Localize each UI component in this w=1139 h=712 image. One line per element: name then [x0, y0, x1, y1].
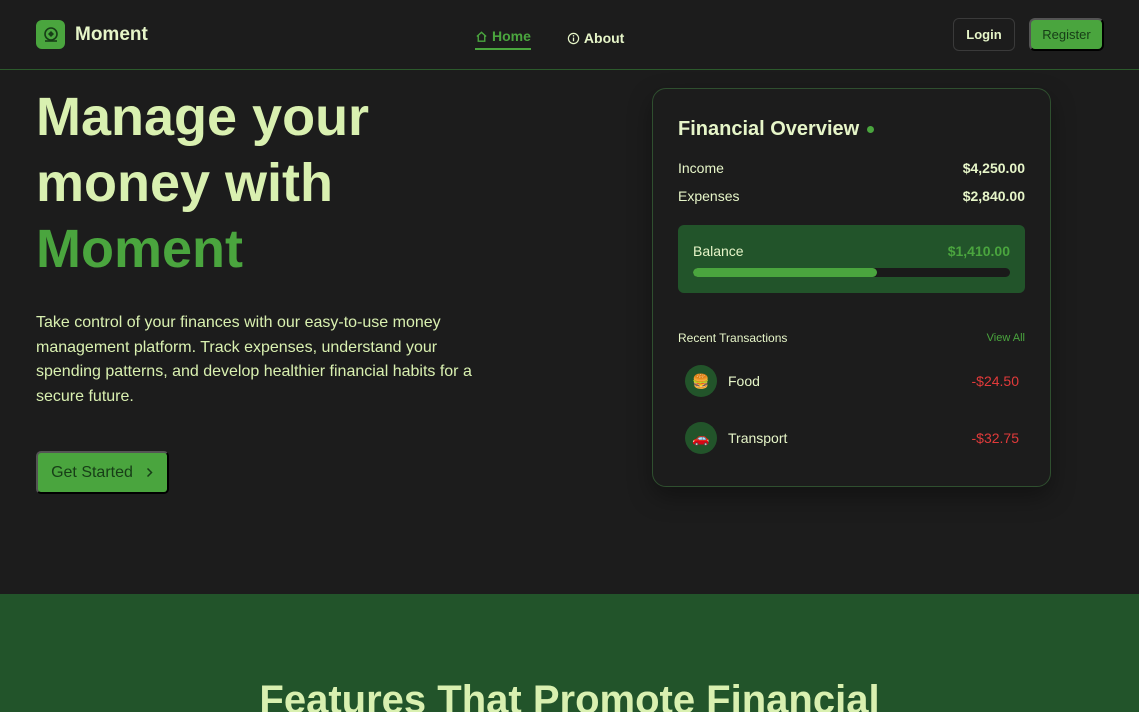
brand-name: Moment: [75, 23, 148, 45]
nav-about-link[interactable]: About: [567, 26, 624, 50]
transaction-row[interactable]: 🚗 Transport -$32.75: [685, 422, 1019, 454]
top-nav: Moment Home About Login Register: [0, 0, 1139, 70]
features-section: Features That Promote Financial: [0, 594, 1139, 712]
logo-icon: [36, 20, 65, 49]
hero-title-accent: Moment: [36, 219, 243, 279]
balance-progress-bar: [693, 268, 1010, 277]
status-dot: [867, 126, 875, 133]
nav-home-label: Home: [492, 28, 531, 44]
info-icon: [567, 32, 580, 45]
burger-icon: 🍔: [685, 365, 717, 397]
home-icon: [475, 30, 488, 43]
financial-overview-card: Financial Overview Income $4,250.00 Expe…: [652, 88, 1051, 487]
expenses-amount: $2,840.00: [962, 188, 1025, 204]
nav-home-link[interactable]: Home: [475, 26, 531, 50]
overview-title: Financial Overview: [678, 118, 875, 141]
balance-amount: $1,410.00: [947, 243, 1010, 259]
car-icon: 🚗: [685, 422, 717, 454]
balance-row: Balance $1,410.00: [693, 243, 1010, 259]
income-label: Income: [678, 160, 724, 176]
chevron-right-icon: [145, 467, 154, 478]
brand[interactable]: Moment: [36, 20, 148, 49]
recent-transactions-header: Recent Transactions View All: [678, 331, 1025, 345]
transaction-name: Food: [728, 373, 760, 389]
balance-label: Balance: [693, 243, 744, 259]
expenses-label: Expenses: [678, 188, 740, 204]
get-started-button[interactable]: Get Started: [36, 451, 169, 494]
nav-links: Home About: [475, 26, 624, 50]
features-title: Features That Promote Financial: [259, 678, 880, 712]
income-amount: $4,250.00: [962, 160, 1025, 176]
get-started-label: Get Started: [51, 463, 133, 481]
login-button[interactable]: Login: [953, 18, 1015, 51]
hero-title-line2: money with: [36, 153, 334, 213]
transaction-amount: -$24.50: [971, 373, 1019, 389]
balance-panel: Balance $1,410.00: [678, 225, 1025, 293]
hero-title: Manage your money with Moment: [36, 84, 556, 282]
overview-title-text: Financial Overview: [678, 118, 860, 140]
transaction-name: Transport: [728, 430, 788, 446]
transaction-row[interactable]: 🍔 Food -$24.50: [685, 365, 1019, 397]
income-row: Income $4,250.00: [678, 160, 1025, 176]
nav-about-label: About: [583, 30, 625, 46]
expenses-row: Expenses $2,840.00: [678, 188, 1025, 204]
hero-title-line1: Manage your: [36, 87, 370, 147]
register-button[interactable]: Register: [1029, 18, 1104, 51]
view-all-link[interactable]: View All: [987, 332, 1025, 344]
recent-transactions-title: Recent Transactions: [678, 331, 788, 345]
transaction-amount: -$32.75: [971, 430, 1019, 446]
balance-progress-fill: [693, 268, 877, 277]
hero-description: Take control of your finances with our e…: [36, 314, 472, 406]
